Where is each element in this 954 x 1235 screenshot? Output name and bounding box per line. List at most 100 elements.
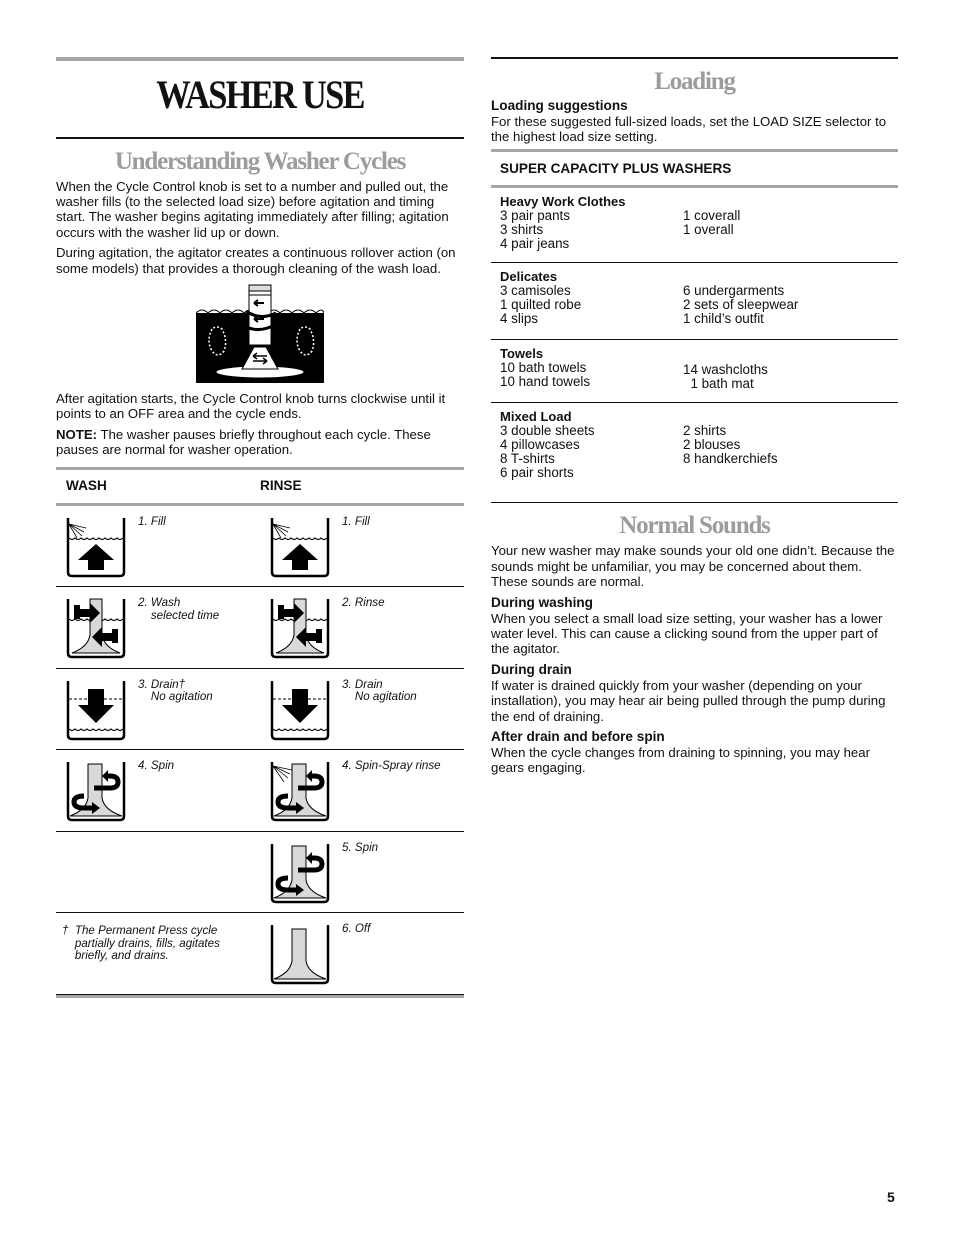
cycles-paragraph-1: When the Cycle Control knob is set to a … (56, 178, 449, 240)
load-item: 6 pair shorts (500, 465, 574, 481)
fill-icon (270, 517, 330, 577)
rinse-step-label: 5. Spin (342, 840, 379, 854)
sounds-intro: Your new washer may make sounds your old… (491, 543, 895, 590)
table-row: 2. Wash selected time 2. Rinse (56, 587, 464, 669)
sound-heading: During drain (491, 661, 572, 677)
rinse-cell: 6. Off (260, 913, 464, 994)
note-paragraph: NOTE: The washer pauses briefly througho… (56, 427, 464, 458)
fill-icon (66, 517, 126, 577)
load-group: Heavy Work Clothes 3 pair pants 3 shirts… (491, 188, 898, 264)
spin-spray-icon (270, 762, 330, 822)
load-item: 1 child’s outfit (683, 311, 764, 327)
wash-cell: 3. Drain† No agitation (56, 669, 260, 750)
left-column: WASHER USE Understanding Washer Cycles W… (56, 57, 464, 998)
load-items: 3 pair pants 3 shirts 4 pair jeans 1 cov… (500, 209, 889, 251)
rinse-cell: 2. Rinse (260, 587, 464, 668)
load-item: 4 pillowcases (500, 437, 580, 453)
wash-cell-empty (56, 832, 260, 913)
load-item: 14 washcloths (683, 362, 768, 378)
load-item: 2 shirts (683, 423, 727, 439)
sound-heading: After drain and before spin (491, 728, 665, 744)
table-row: 5. Spin (56, 832, 464, 914)
load-group: Towels 10 bath towels 10 hand towels 14 … (491, 340, 898, 404)
load-group-name: Towels (500, 346, 544, 362)
load-items: 3 camisoles 1 quilted robe 4 slips 6 und… (500, 284, 889, 326)
wash-step-label: 3. Drain† No agitation (138, 677, 213, 704)
wash-step-label: 1. Fill (138, 514, 166, 528)
load-item: 1 bath mat (683, 376, 754, 392)
load-item: 3 double sheets (500, 423, 595, 439)
off-icon (270, 925, 330, 985)
wash-step-label: 2. Wash selected time (138, 596, 220, 622)
load-col-2: 14 washcloths 1 bath mat (683, 363, 768, 391)
rinse-step-label: 6. Off (342, 922, 371, 936)
load-item: 1 coverall (683, 208, 741, 224)
sound-heading: During washing (491, 594, 593, 610)
load-item: 3 camisoles (500, 283, 571, 299)
load-col-2: 1 coverall 1 overall (683, 209, 740, 251)
wash-step-label: 4. Spin (138, 759, 175, 773)
load-col-2: 2 shirts 2 blouses 8 handkerchiefs (683, 424, 778, 480)
rinse-step-label: 3. Drain No agitation (342, 677, 417, 704)
agitate-icon (270, 598, 330, 659)
load-item: 2 sets of sleepwear (683, 297, 799, 313)
load-item: 1 overall (683, 222, 734, 238)
drain-icon (66, 680, 126, 740)
divider (56, 137, 464, 139)
wash-cell-footnote: † The Permanent Press cycle partially dr… (56, 913, 260, 994)
rinse-cell: 4. Spin-Spray rinse (260, 750, 464, 831)
sound-text: When you select a small load size settin… (491, 610, 883, 657)
loads-table: SUPER CAPACITY PLUS WASHERS Heavy Work C… (491, 149, 898, 504)
load-item: 3 shirts (500, 222, 544, 238)
top-rule (491, 57, 898, 59)
section-title-cycles: Understanding Washer Cycles (114, 147, 407, 175)
rinse-step-label: 4. Spin-Spray rinse (342, 759, 441, 773)
header-rinse: RINSE (260, 478, 302, 494)
load-item: 6 undergarments (683, 283, 785, 299)
loads-table-header: SUPER CAPACITY PLUS WASHERS (500, 161, 732, 177)
loading-intro: For these suggested full-sized loads, se… (491, 113, 887, 144)
rinse-cell: 5. Spin (260, 832, 464, 913)
table-row: 4. Spin 4. Spin-Spray rinse (56, 750, 464, 832)
load-item: 4 slips (500, 311, 538, 327)
load-item: 10 bath towels (500, 360, 587, 376)
cycles-table: WASH RINSE 1. Fill 1. Fill 2. Wash selec… (56, 466, 464, 998)
wash-cell: 4. Spin (56, 750, 260, 831)
page-number: 5 (887, 1189, 895, 1205)
drain-icon (270, 680, 330, 740)
top-rule (56, 57, 464, 61)
cycles-paragraph-3: After agitation starts, the Cycle Contro… (56, 390, 446, 422)
load-items: 10 bath towels 10 hand towels 14 washclo… (500, 361, 889, 391)
rinse-step-label: 1. Fill (342, 514, 370, 528)
load-col-1: 3 pair pants 3 shirts 4 pair jeans (500, 209, 683, 251)
agitator-rollover-icon (196, 280, 324, 383)
load-items: 3 double sheets 4 pillowcases 8 T-shirts… (500, 424, 889, 480)
section-title-sounds: Normal Sounds (619, 512, 771, 540)
table-row: 3. Drain† No agitation 3. Drain No agita… (56, 669, 464, 751)
note-text: The washer pauses briefly throughout eac… (56, 426, 431, 458)
load-group-name: Heavy Work Clothes (500, 194, 626, 210)
load-item: 8 handkerchiefs (683, 451, 778, 467)
load-group: Mixed Load 3 double sheets 4 pillowcases… (491, 403, 898, 504)
rinse-cell: 1. Fill (260, 506, 464, 587)
agitator-illustration (56, 280, 464, 383)
sound-text: If water is drained quickly from your wa… (491, 677, 886, 724)
rinse-step-label: 2. Rinse (342, 596, 385, 610)
table-row: 1. Fill 1. Fill (56, 506, 464, 588)
load-group: Delicates 3 camisoles 1 quilted robe 4 s… (491, 263, 898, 341)
agitate-icon (66, 598, 126, 659)
right-column: Loading Loading suggestions For these su… (491, 57, 898, 781)
loading-subhead: Loading suggestions (491, 97, 628, 113)
load-col-1: 3 double sheets 4 pillowcases 8 T-shirts… (500, 424, 683, 480)
sound-text: When the cycle changes from draining to … (491, 744, 870, 776)
load-item: 10 hand towels (500, 374, 591, 390)
load-group-name: Delicates (500, 269, 558, 285)
load-col-1: 10 bath towels 10 hand towels (500, 361, 683, 391)
wash-cell: 2. Wash selected time (56, 587, 260, 668)
spin-icon (270, 843, 330, 903)
rinse-cell: 3. Drain No agitation (260, 669, 464, 750)
load-col-1: 3 camisoles 1 quilted robe 4 slips (500, 284, 683, 326)
load-col-2: 6 undergarments 2 sets of sleepwear 1 ch… (683, 284, 798, 326)
spin-icon (66, 762, 126, 822)
cycles-table-header: WASH RINSE (56, 470, 464, 503)
